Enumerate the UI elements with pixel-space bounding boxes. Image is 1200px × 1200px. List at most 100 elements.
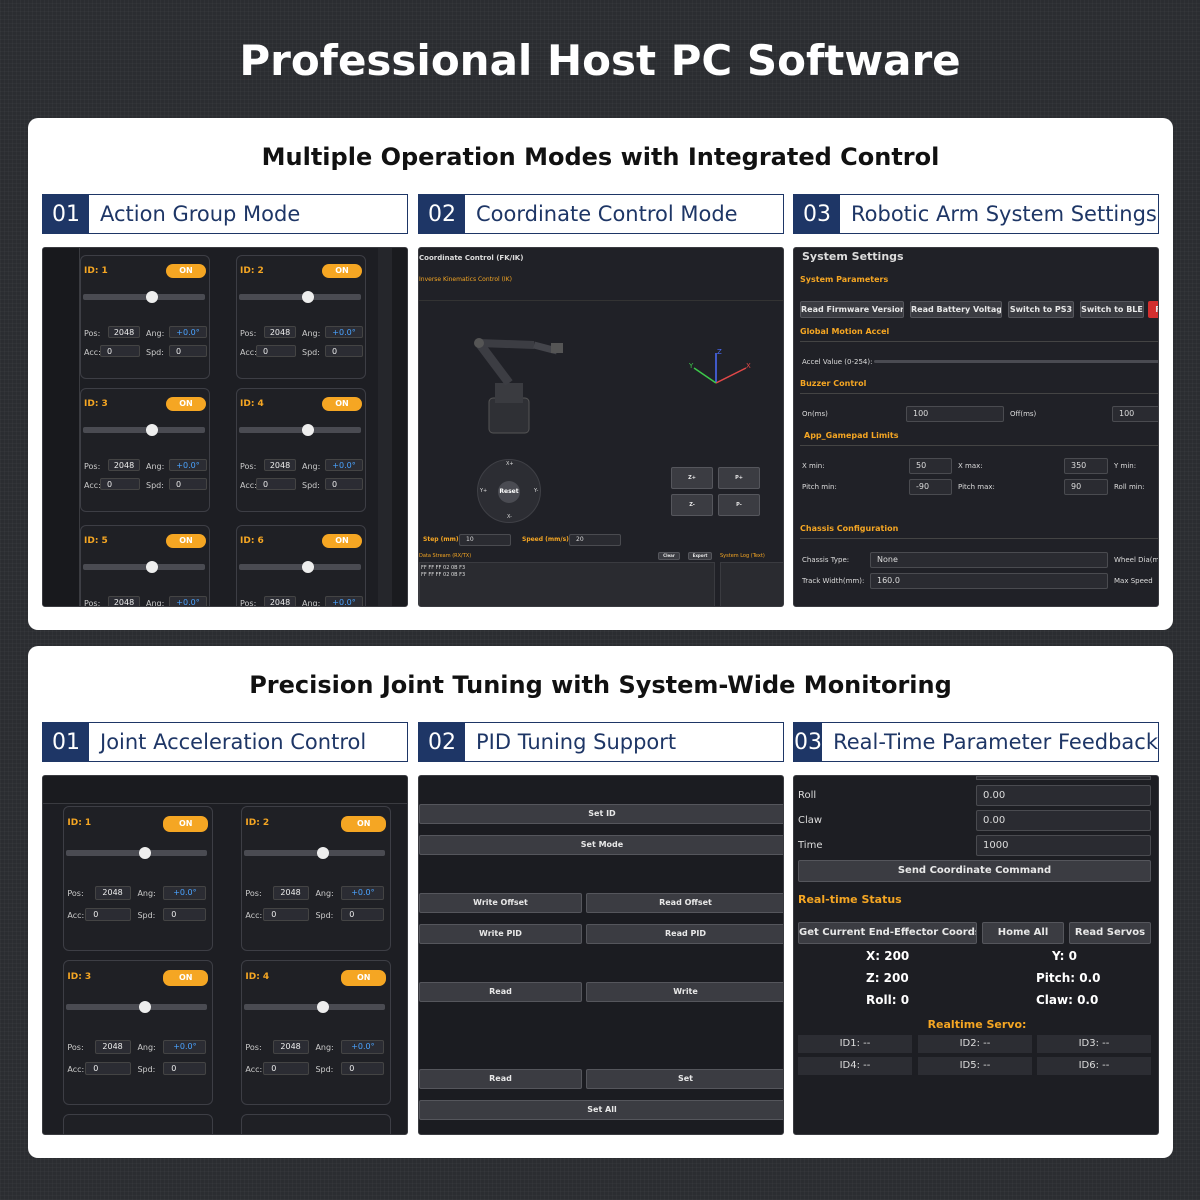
read-battery-button[interactable]: Read Battery Voltage — [910, 301, 1002, 318]
servo-slider[interactable] — [66, 1003, 208, 1010]
spd-input[interactable]: 0 — [169, 345, 207, 357]
servo-slider-handle[interactable] — [302, 424, 314, 436]
servo-slider-handle[interactable] — [317, 1000, 329, 1013]
servo-slider-handle[interactable] — [302, 291, 314, 303]
spd-input[interactable]: 0 — [325, 345, 363, 357]
pitch-max-input[interactable]: 90 — [1064, 479, 1108, 495]
red-action-button[interactable]: F — [1148, 301, 1158, 318]
switch-ble-button[interactable]: Switch to BLE — [1080, 301, 1144, 318]
servo-on-toggle[interactable]: ON — [163, 970, 209, 986]
servo-slider-handle[interactable] — [146, 424, 158, 436]
servo-slider[interactable] — [66, 849, 208, 856]
spd-input[interactable]: 0 — [169, 478, 207, 490]
servo-slider-handle[interactable] — [146, 291, 158, 303]
servo-slider[interactable] — [239, 564, 361, 570]
servo-slider-handle[interactable] — [139, 1000, 151, 1013]
x-plus-button[interactable]: X+ — [506, 461, 514, 467]
scrollbar[interactable] — [378, 248, 392, 606]
set-button[interactable]: Set — [586, 1069, 783, 1089]
switch-ps3-button[interactable]: Switch to PS3 — [1008, 301, 1074, 318]
pos-input[interactable]: 2048 — [272, 1040, 309, 1054]
servo-slider[interactable] — [83, 564, 205, 570]
claw-input[interactable]: 0.00 — [976, 810, 1151, 831]
acc-input[interactable]: 0 — [263, 907, 309, 922]
write-button[interactable]: Write — [586, 982, 783, 1002]
x-max-input[interactable]: 350 — [1064, 458, 1108, 474]
x-min-input[interactable]: 50 — [909, 458, 952, 474]
servo-on-toggle[interactable]: ON — [166, 534, 206, 548]
servo-slider-handle[interactable] — [302, 561, 314, 573]
servo-on-toggle[interactable]: ON — [163, 816, 209, 832]
pitch-min-input[interactable]: -90 — [909, 479, 952, 495]
servo-slider[interactable] — [239, 427, 361, 433]
read-pid-button[interactable]: Read PID — [586, 924, 783, 944]
y-minus-button[interactable]: Y- — [534, 488, 538, 494]
set-id-button[interactable]: Set ID — [419, 804, 783, 824]
pos-input[interactable]: 2048 — [272, 886, 309, 900]
servo-on-toggle[interactable]: ON — [341, 970, 387, 986]
clear-button[interactable]: Clear — [658, 552, 680, 560]
servo-slider[interactable] — [244, 849, 386, 856]
servo-slider[interactable] — [244, 1003, 386, 1010]
speed-input[interactable]: 20 — [569, 534, 621, 546]
on-ms-input[interactable]: 100 — [906, 406, 1004, 422]
servo-slider[interactable] — [239, 294, 361, 300]
p-plus-button[interactable]: P+ — [718, 467, 760, 489]
acc-input[interactable]: 0 — [100, 478, 140, 490]
servo-on-toggle[interactable]: ON — [166, 397, 206, 411]
pos-input[interactable]: 2048 — [264, 459, 296, 471]
read-button[interactable]: Read — [419, 982, 582, 1002]
export-button[interactable]: Export — [688, 552, 712, 560]
spd-input[interactable]: 0 — [341, 907, 385, 922]
set-all-button[interactable]: Set All — [419, 1100, 783, 1120]
read-button-2[interactable]: Read — [419, 1069, 582, 1089]
write-pid-button[interactable]: Write PID — [419, 924, 582, 944]
acc-input[interactable]: 0 — [100, 345, 140, 357]
reset-button[interactable]: Reset — [498, 481, 520, 503]
roll-input[interactable]: 0.00 — [976, 785, 1151, 806]
set-mode-button[interactable]: Set Mode — [419, 835, 783, 855]
pos-input[interactable]: 2048 — [108, 596, 140, 606]
spd-input[interactable]: 0 — [163, 1061, 207, 1076]
acc-input[interactable]: 0 — [256, 478, 296, 490]
servo-on-toggle[interactable]: ON — [341, 816, 387, 832]
spd-input[interactable]: 0 — [163, 907, 207, 922]
accel-slider[interactable] — [874, 360, 1158, 363]
servo-slider-handle[interactable] — [146, 561, 158, 573]
servo-on-toggle[interactable]: ON — [322, 264, 362, 278]
servo-slider[interactable] — [83, 294, 205, 300]
spd-input[interactable]: 0 — [341, 1061, 385, 1076]
read-firmware-button[interactable]: Read Firmware Version — [800, 301, 904, 318]
spd-input[interactable]: 0 — [325, 478, 363, 490]
track-width-input[interactable]: 160.0 — [870, 573, 1108, 589]
servo-slider-handle[interactable] — [317, 846, 329, 859]
servo-on-toggle[interactable]: ON — [322, 534, 362, 548]
write-offset-button[interactable]: Write Offset — [419, 893, 582, 913]
acc-input[interactable]: 0 — [85, 907, 131, 922]
read-servos-button[interactable]: Read Servos — [1069, 922, 1151, 944]
get-coords-button[interactable]: Get Current End-Effector Coords — [798, 922, 977, 944]
pos-input[interactable]: 2048 — [264, 596, 296, 606]
servo-on-toggle[interactable]: ON — [322, 397, 362, 411]
time-input[interactable]: 1000 — [976, 835, 1151, 856]
send-coordinate-button[interactable]: Send Coordinate Command — [798, 860, 1151, 882]
acc-input[interactable]: 0 — [85, 1061, 131, 1076]
x-minus-button[interactable]: X- — [507, 514, 512, 520]
servo-slider[interactable] — [83, 427, 205, 433]
read-offset-button[interactable]: Read Offset — [586, 893, 783, 913]
acc-input[interactable]: 0 — [256, 345, 296, 357]
z-plus-button[interactable]: Z+ — [671, 467, 713, 489]
pos-input[interactable]: 2048 — [108, 459, 140, 471]
y-plus-button[interactable]: Y+ — [480, 488, 487, 494]
home-all-button[interactable]: Home All — [982, 922, 1064, 944]
pos-input[interactable]: 2048 — [108, 326, 140, 338]
acc-input[interactable]: 0 — [263, 1061, 309, 1076]
p-minus-button[interactable]: P- — [718, 494, 760, 516]
servo-on-toggle[interactable]: ON — [166, 264, 206, 278]
chassis-type-select[interactable]: None — [870, 552, 1108, 568]
z-minus-button[interactable]: Z- — [671, 494, 713, 516]
pos-input[interactable]: 2048 — [94, 1040, 131, 1054]
off-ms-input[interactable]: 100 — [1112, 406, 1158, 422]
pos-input[interactable]: 2048 — [94, 886, 131, 900]
servo-slider-handle[interactable] — [139, 846, 151, 859]
